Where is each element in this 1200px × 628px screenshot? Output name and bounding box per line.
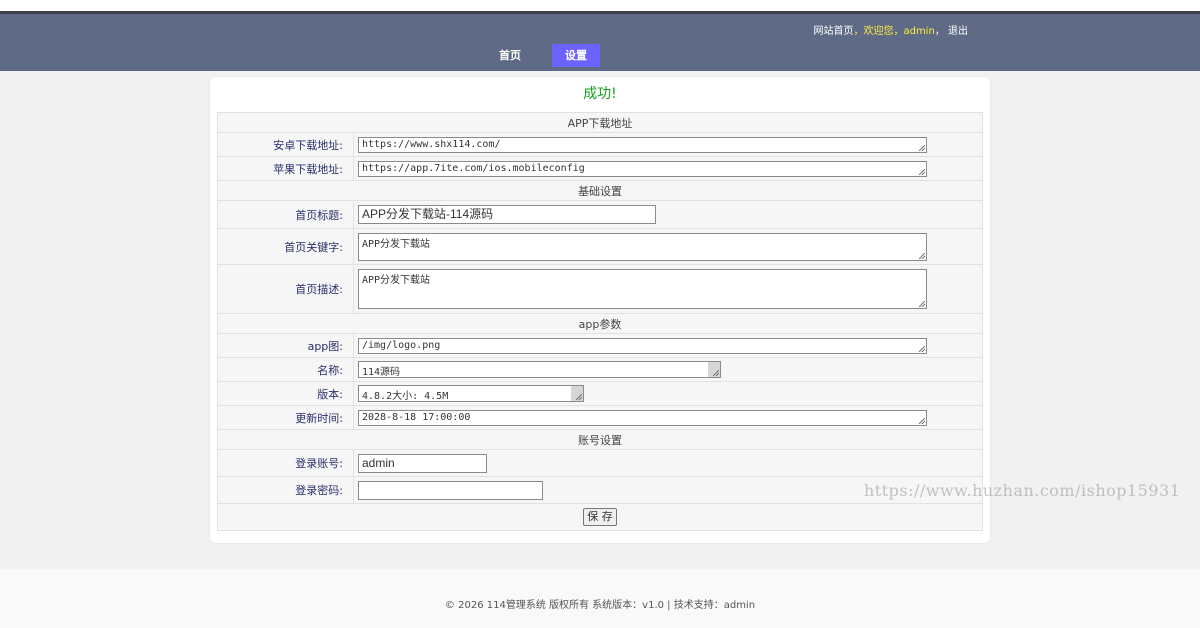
welcome-text: 欢迎您 [863,26,894,37]
app-version-input[interactable]: 4.8.2大小: 4.5M [358,385,584,402]
footer: © 2026 114管理系统 版权所有 系统版本：v1.0 | 技术支持：adm… [0,569,1200,628]
separator: ， [893,26,904,37]
top-strip [0,0,1200,14]
watermark: https://www.huzhan.com/ishop15931 [864,481,1181,500]
android-url-input[interactable]: https://www.shx114.com/ [358,136,927,153]
section-account: 账号设置 [217,429,983,450]
login-account-input[interactable]: admin [358,453,487,473]
nav-home[interactable]: 首页 [488,44,532,67]
success-message: 成功! [583,86,617,102]
home-title-label: 首页标题: [217,200,354,229]
login-password-label: 登录密码: [217,476,354,504]
section-basic: 基础设置 [217,180,983,201]
app-name-input[interactable]: 114源码 [358,361,721,378]
main-nav: 首页 设置 [488,44,600,67]
save-button[interactable]: 保 存 [583,508,617,526]
home-keywords-textarea[interactable]: APP分发下载站 [358,232,927,261]
section-app-download: APP下载地址 [217,112,983,133]
settings-form: APP下载地址 安卓下载地址: https://www.shx114.com/ … [217,112,983,531]
logout-link[interactable]: 退出 [948,26,968,37]
android-url-label: 安卓下载地址: [217,132,354,157]
ios-url-label: 苹果下载地址: [217,156,354,181]
app-name-label: 名称: [217,357,354,382]
nav-settings[interactable]: 设置 [552,44,600,67]
app-icon-input[interactable]: /img/logo.png [358,337,927,354]
username: admin [903,26,935,37]
section-app-params: app参数 [217,313,983,334]
separator: ， [853,26,864,37]
home-desc-textarea[interactable]: APP分发下载站 [358,269,927,309]
separator: ， [934,26,945,37]
ios-url-input[interactable]: https://app.7ite.com/ios.mobileconfig [358,160,927,177]
update-time-input[interactable]: 2028-8-18 17:00:00 [358,409,927,426]
app-version-label: 版本: [217,381,354,406]
user-bar: 网站首页，欢迎您，admin， 退出 [813,22,968,37]
home-title-input[interactable]: APP分发下载站-114源码 [358,205,656,224]
home-keywords-label: 首页关键字: [217,228,354,265]
login-account-label: 登录账号: [217,449,354,477]
app-icon-label: app图: [217,333,354,358]
header: 网站首页，欢迎您，admin， 退出 首页 设置 [0,14,1200,71]
login-password-input[interactable] [358,480,543,500]
site-home-link[interactable]: 网站首页 [813,26,853,37]
settings-panel: 成功! APP下载地址 安卓下载地址: https://www.shx114.c… [210,77,990,543]
footer-copyright: © 2026 114管理系统 版权所有 系统版本：v1.0 | 技术支持：adm… [444,600,756,611]
update-time-label: 更新时间: [217,405,354,430]
home-desc-label: 首页描述: [217,264,354,314]
